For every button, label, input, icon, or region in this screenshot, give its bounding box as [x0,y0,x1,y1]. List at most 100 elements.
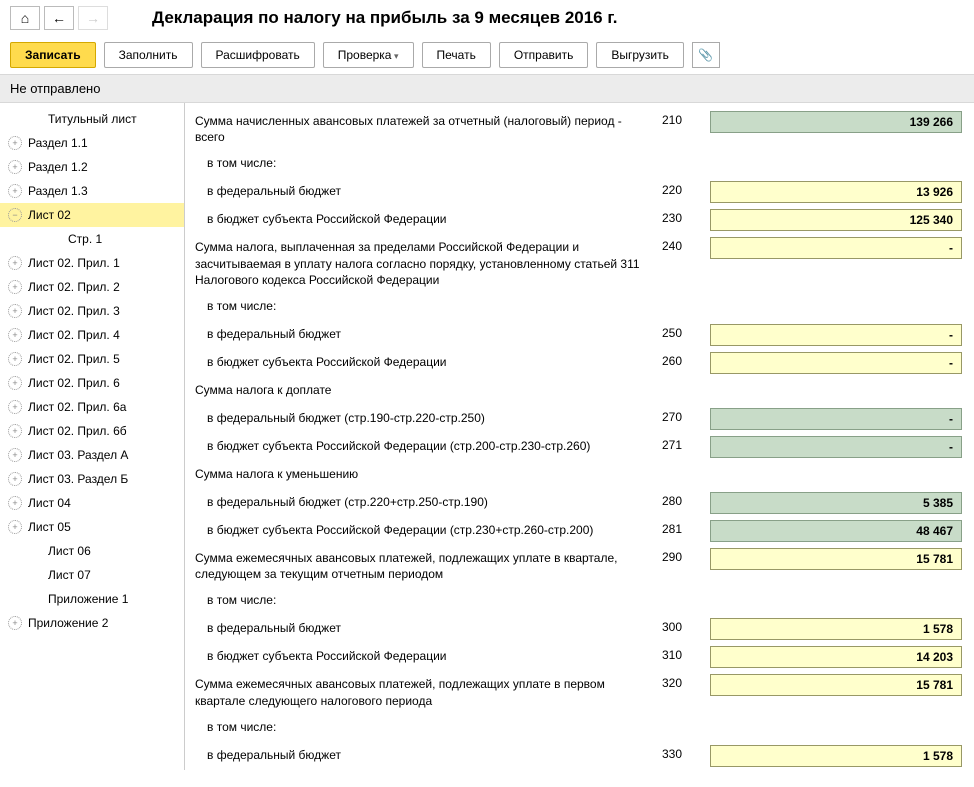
row-value[interactable]: 1 578 [710,618,962,640]
form-row: в бюджет субъекта Российской Федерации (… [189,520,962,542]
row-value: 48 467 [710,520,962,542]
row-value: - [710,408,962,430]
tree-item[interactable]: Приложение 1 [0,587,184,611]
tree-item[interactable]: +Лист 02. Прил. 6а [0,395,184,419]
topbar: ⌂ ← → Декларация по налогу на прибыль за… [0,0,974,36]
row-value[interactable]: 14 203 [710,646,962,668]
main: Титульный лист+Раздел 1.1+Раздел 1.2+Раз… [0,103,974,770]
print-button[interactable]: Печать [422,42,491,68]
expand-icon[interactable]: + [8,472,22,486]
content: Сумма начисленных авансовых платежей за … [185,103,974,770]
tree-item[interactable]: + Лист 03. Раздел Б [0,467,184,491]
forward-button[interactable]: → [78,6,108,30]
tree-item-label: Титульный лист [48,112,137,126]
expand-icon[interactable]: + [8,352,22,366]
row-label: в том числе: [189,153,662,173]
tree-item-label: Лист 02. Прил. 1 [28,256,120,270]
check-button[interactable]: Проверка [323,42,414,68]
row-label: в федеральный бюджет (стр.220+стр.250-ст… [189,492,662,512]
row-code: 270 [662,408,710,424]
expand-icon[interactable]: + [8,496,22,510]
row-value[interactable]: 1 578 [710,745,962,767]
row-code: 320 [662,674,710,690]
tree-item[interactable]: + Приложение 2 [0,611,184,635]
expand-icon[interactable]: + [8,136,22,150]
row-label: в бюджет субъекта Российской Федерации [189,209,662,229]
row-code: 271 [662,436,710,452]
form-row: в федеральный бюджет3301 578 [189,745,962,767]
row-value[interactable]: - [710,237,962,259]
expand-icon [28,568,42,582]
row-value[interactable]: - [710,352,962,374]
tree-item[interactable]: +Лист 05 [0,515,184,539]
row-label: в федеральный бюджет [189,745,662,765]
row-value: 5 385 [710,492,962,514]
tree-item-label: Лист 04 [28,496,71,510]
tree-item[interactable]: Титульный лист [0,107,184,131]
row-label: в федеральный бюджет (стр.190-стр.220-ст… [189,408,662,428]
expand-icon[interactable]: + [8,424,22,438]
tree-item[interactable]: Лист 06 [0,539,184,563]
tree-item-label: Раздел 1.3 [28,184,88,198]
row-code: 310 [662,646,710,662]
tree-item[interactable]: +Лист 02. Прил. 6 [0,371,184,395]
fill-button[interactable]: Заполнить [104,42,193,68]
tree-item-label: Лист 02. Прил. 6б [28,424,127,438]
tree-item-label: Раздел 1.1 [28,136,88,150]
form-row: в федеральный бюджет250- [189,324,962,346]
expand-icon[interactable]: + [8,328,22,342]
expand-icon[interactable]: + [8,256,22,270]
row-value[interactable]: 15 781 [710,674,962,696]
tree-item[interactable]: +Лист 02. Прил. 5 [0,347,184,371]
tree-item[interactable]: + Лист 02. Прил. 6б [0,419,184,443]
collapse-icon[interactable]: − [8,208,22,222]
send-button[interactable]: Отправить [499,42,589,68]
tree-item[interactable]: + Лист 04 [0,491,184,515]
row-value[interactable]: 13 926 [710,181,962,203]
expand-icon[interactable]: + [8,616,22,630]
tree-item[interactable]: Стр. 1 [0,227,184,251]
row-value[interactable]: - [710,324,962,346]
unload-button[interactable]: Выгрузить [596,42,684,68]
form-row: Сумма налога к доплате [189,380,962,402]
expand-icon [28,592,42,606]
tree-item[interactable]: + Раздел 1.3 [0,179,184,203]
row-value[interactable]: 125 340 [710,209,962,231]
tree-item-label: Приложение 2 [28,616,108,630]
row-code: 330 [662,745,710,761]
save-button[interactable]: Записать [10,42,96,68]
row-code: 300 [662,618,710,634]
expand-icon[interactable]: + [8,520,22,534]
expand-icon[interactable]: + [8,376,22,390]
tree-item[interactable]: + Лист 02. Прил. 1 [0,251,184,275]
page-title: Декларация по налогу на прибыль за 9 мес… [152,8,617,28]
tree-item[interactable]: +Лист 02. Прил. 3 [0,299,184,323]
tree-item[interactable]: + Лист 02. Прил. 2 [0,275,184,299]
expand-icon[interactable]: + [8,160,22,174]
tree-item[interactable]: +Раздел 1.2 [0,155,184,179]
expand-icon[interactable]: + [8,448,22,462]
expand-icon[interactable]: + [8,400,22,414]
form-row: Сумма ежемесячных авансовых платежей, по… [189,674,962,710]
tree-item-label: Лист 02. Прил. 2 [28,280,120,294]
tree-item[interactable]: Лист 07 [0,563,184,587]
expand-icon[interactable]: + [8,280,22,294]
tree-item[interactable]: +Лист 02. Прил. 4 [0,323,184,347]
decrypt-button[interactable]: Расшифровать [201,42,315,68]
tree-item[interactable]: + Раздел 1.1 [0,131,184,155]
row-label: в федеральный бюджет [189,618,662,638]
row-code: 210 [662,111,710,127]
attach-button[interactable]: 📎 [692,42,720,68]
tree-item-label: Лист 03. Раздел Б [28,472,128,486]
back-button[interactable]: ← [44,6,74,30]
tree-item[interactable]: +Лист 03. Раздел А [0,443,184,467]
row-label: в бюджет субъекта Российской Федерации (… [189,436,662,456]
home-button[interactable]: ⌂ [10,6,40,30]
expand-icon[interactable]: + [8,304,22,318]
row-code: 260 [662,352,710,368]
expand-icon[interactable]: + [8,184,22,198]
tree-item[interactable]: −Лист 02 [0,203,184,227]
row-code: 281 [662,520,710,536]
row-value[interactable]: 15 781 [710,548,962,570]
row-label: в том числе: [189,296,662,316]
